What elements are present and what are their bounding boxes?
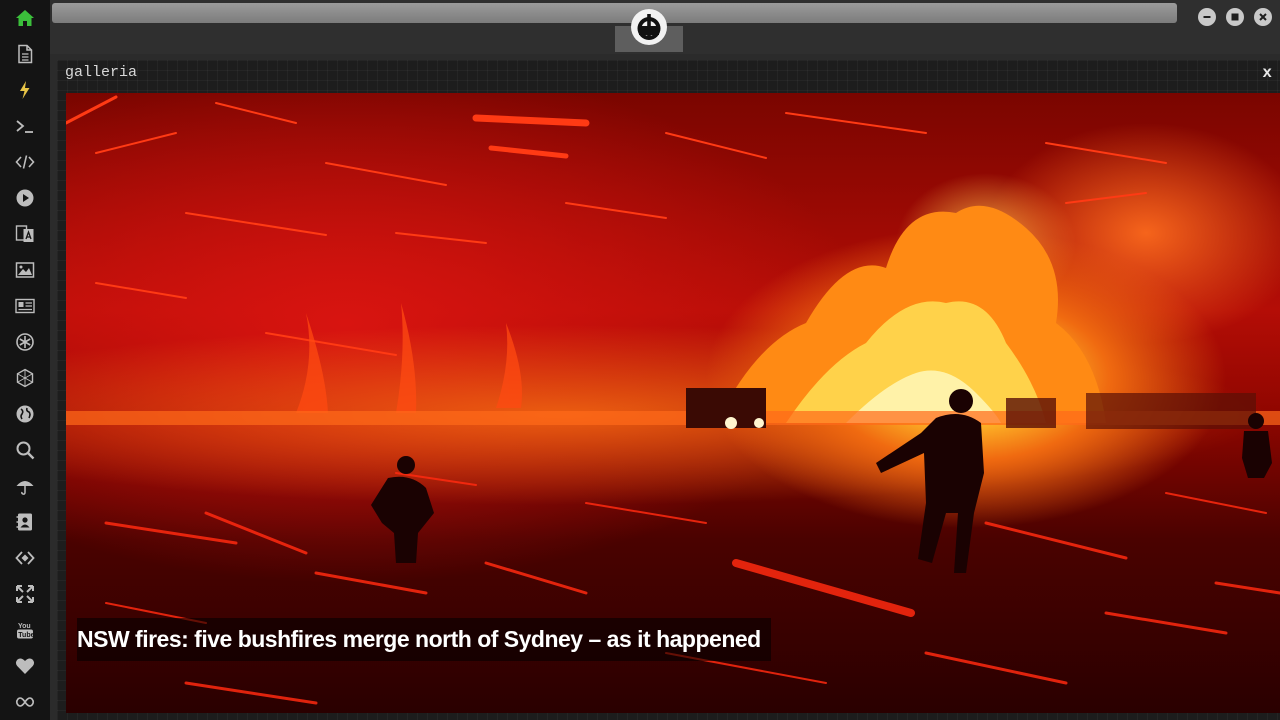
translate-icon: [15, 225, 34, 242]
image-icon: [15, 262, 35, 278]
contact-card-icon: [16, 513, 32, 531]
sidebar-item-expand[interactable]: [13, 582, 37, 606]
document-icon: [18, 44, 33, 64]
heart-icon: [15, 658, 35, 674]
sidebar-item-infinity[interactable]: [13, 690, 37, 714]
sidebar: You Tube: [0, 0, 50, 720]
youtube-icon: You Tube: [17, 623, 35, 639]
sidebar-item-search[interactable]: [13, 438, 37, 462]
sidebar-item-translate[interactable]: [13, 222, 37, 246]
settings-wheel-icon: [16, 333, 34, 351]
lightning-icon: [20, 81, 30, 99]
sidebar-item-umbrella[interactable]: [13, 474, 37, 498]
umbrella-icon: [16, 481, 34, 495]
infinity-icon: [15, 697, 35, 707]
play-icon: [16, 189, 34, 207]
expand-icon: [16, 585, 34, 603]
globe-icon: [16, 405, 34, 423]
home-icon: [16, 10, 34, 26]
close-window-button[interactable]: [1254, 8, 1272, 26]
close-icon: [1259, 13, 1267, 21]
minimize-button[interactable]: [1198, 8, 1216, 26]
panel-close-button[interactable]: x: [1262, 64, 1272, 82]
sidebar-item-news[interactable]: [13, 294, 37, 318]
sidebar-item-home[interactable]: [13, 6, 37, 30]
sidebar-item-code[interactable]: [13, 150, 37, 174]
hexagon-icon: [16, 368, 34, 388]
sidebar-item-hexagon[interactable]: [13, 366, 37, 390]
panel-title: galleria: [65, 64, 138, 81]
search-icon: [16, 441, 35, 460]
sidebar-item-youtube[interactable]: You Tube: [13, 618, 37, 642]
maximize-icon: [1231, 13, 1239, 21]
terminal-icon: [16, 120, 33, 133]
maximize-button[interactable]: [1226, 8, 1244, 26]
sidebar-item-favorites[interactable]: [13, 654, 37, 678]
minimize-icon: [1203, 16, 1211, 18]
sidebar-item-wheel[interactable]: [13, 330, 37, 354]
gallery-image[interactable]: NSW fires: five bushfires merge north of…: [66, 93, 1280, 713]
svg-text:Tube: Tube: [18, 632, 34, 639]
sidebar-item-document[interactable]: [13, 42, 37, 66]
svg-text:You: You: [18, 623, 31, 630]
sidebar-item-globe[interactable]: [13, 402, 37, 426]
diamond-code-icon: [15, 551, 35, 565]
sidebar-item-lightning[interactable]: [13, 78, 37, 102]
sidebar-item-diamond-code[interactable]: [13, 546, 37, 570]
code-icon: [15, 155, 35, 169]
rebel-alliance-icon[interactable]: [631, 9, 667, 45]
address-bar[interactable]: [52, 3, 1177, 23]
image-caption: NSW fires: five bushfires merge north of…: [77, 618, 771, 661]
sidebar-item-contacts[interactable]: [13, 510, 37, 534]
sidebar-item-terminal[interactable]: [13, 114, 37, 138]
newspaper-icon: [15, 298, 35, 314]
top-bar: [50, 0, 1280, 54]
gallery-panel: galleria x NSW fires: five bushfires mer…: [57, 60, 1280, 720]
sidebar-item-images[interactable]: [13, 258, 37, 282]
sidebar-item-play[interactable]: [13, 186, 37, 210]
